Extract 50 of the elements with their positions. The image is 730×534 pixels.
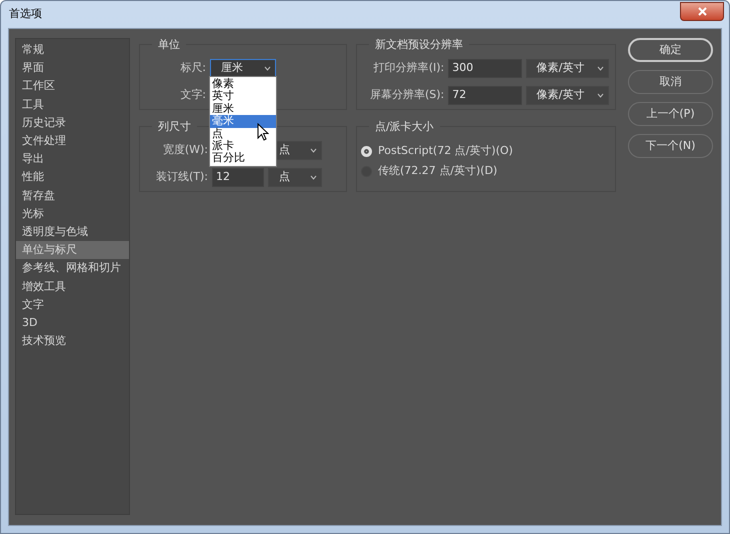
dropdown[interactable]: 像素/英寸 [526, 86, 609, 104]
dropdown[interactable]: 点 [268, 168, 322, 186]
sidebar-item[interactable]: 3D [16, 314, 129, 332]
window-title: 首选项 [8, 6, 42, 22]
sidebar-item[interactable]: 文件处理 [16, 132, 129, 150]
sidebar-item[interactable]: 历史记录 [16, 114, 129, 132]
sidebar-item[interactable]: 工具 [16, 96, 129, 114]
sidebar-item[interactable]: 导出 [16, 150, 129, 168]
sidebar-item[interactable]: 增效工具 [16, 278, 129, 296]
dialog-button[interactable]: 确定 [628, 38, 713, 62]
menu-item[interactable]: 点 [210, 128, 276, 140]
sidebar-item[interactable]: 暂存盘 [16, 186, 129, 205]
caret-icon [597, 66, 604, 70]
sidebar-item[interactable]: 光标 [16, 204, 129, 224]
field-label: 打印分辨率(I): [372, 60, 444, 76]
menu-item[interactable]: 像素 [210, 78, 276, 90]
caret-icon [597, 92, 604, 98]
menu-item[interactable]: 英寸 [210, 90, 276, 103]
close-icon [698, 6, 706, 16]
menu-item[interactable]: 毫米 [210, 115, 276, 128]
sidebar-item[interactable]: 参考线、网格和切片 [16, 259, 129, 278]
sidebar-item[interactable]: 常规 [16, 41, 129, 60]
close-button[interactable] [680, 2, 724, 20]
field-label: 屏幕分辨率(S): [368, 86, 444, 103]
menu-item[interactable]: 厘米 [210, 102, 276, 116]
field-label: 宽度(W): [162, 142, 208, 158]
input-field[interactable]: 72 [448, 86, 522, 104]
sidebar-item[interactable]: 透明度与色域 [16, 223, 129, 242]
sidebar-item[interactable]: 文字 [16, 296, 129, 314]
dropdown[interactable]: 厘米 [210, 58, 276, 78]
sidebar-item[interactable]: 单位与标尺 [16, 241, 129, 260]
dropdown[interactable]: 像素/英寸 [526, 58, 609, 78]
input-field[interactable]: 300 [448, 58, 522, 78]
radio-option[interactable]: PostScript(72 点/英寸)(O) [361, 141, 609, 161]
dialog-button[interactable]: 下一个(N) [628, 134, 713, 158]
field-label: 装订线(T): [154, 168, 208, 185]
sidebar-item[interactable]: 界面 [16, 59, 129, 78]
sidebar-item[interactable]: 工作区 [16, 77, 129, 96]
sidebar-item[interactable]: 性能 [16, 168, 129, 187]
radio-option[interactable]: 传统(72.27 点/英寸)(D) [361, 161, 609, 181]
dialog-button[interactable]: 上一个(P) [628, 102, 713, 126]
input-field[interactable]: 12 [212, 168, 264, 186]
caret-icon [310, 174, 317, 180]
sidebar-item[interactable]: 技术预览 [16, 332, 129, 350]
dialog-button[interactable]: 取消 [628, 70, 713, 94]
field-label: 文字: [179, 86, 206, 103]
cursor-icon [257, 123, 269, 141]
caret-icon [264, 66, 271, 70]
field-label: 标尺: [179, 60, 206, 76]
caret-icon [310, 148, 317, 152]
